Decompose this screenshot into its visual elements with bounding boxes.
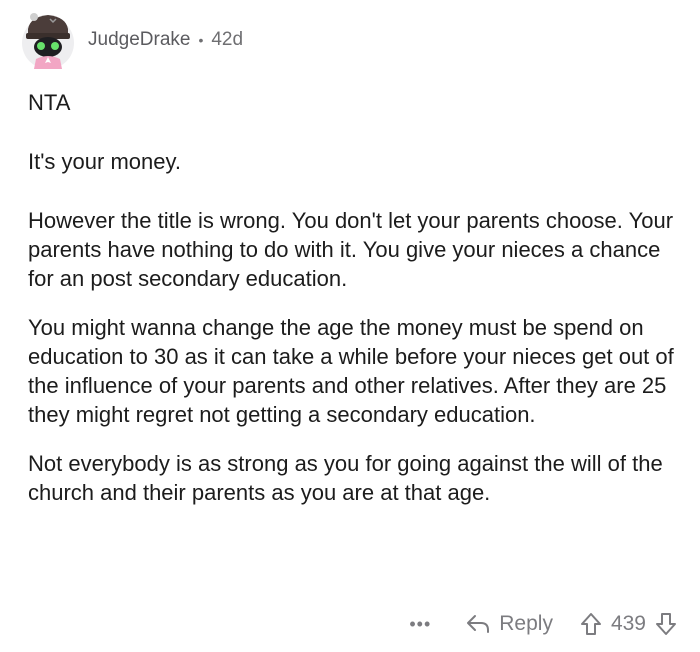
comment-meta: JudgeDrake • 42d [88,29,243,51]
comment-paragraph: However the title is wrong. You don't le… [28,208,674,291]
avatar-icon [22,13,74,69]
downvote-button[interactable] [654,611,678,637]
upvote-button[interactable] [579,611,603,637]
comment-header: JudgeDrake • 42d [20,8,243,72]
reply-button[interactable]: Reply [465,612,553,636]
avatar[interactable] [20,9,76,71]
reply-label: Reply [499,612,553,635]
comment-paragraph: NTA [28,90,71,115]
comment-actions: ••• Reply 439 [409,606,678,642]
downvote-arrow-icon [656,613,676,635]
upvote-arrow-icon [580,613,601,635]
meta-separator: • [198,32,204,48]
more-icon[interactable]: ••• [409,614,431,635]
comment-paragraph: You might wanna change the age the money… [28,315,674,427]
reply-arrow-icon [467,615,490,633]
comment-paragraph: It's your money. [28,149,181,174]
comment-body: NTA It's your money. However the title i… [28,88,678,527]
comment-age: 42d [211,29,244,50]
username[interactable]: JudgeDrake [88,29,190,51]
vote-score: 439 [610,612,646,635]
comment-paragraph: Not everybody is as strong as you for go… [28,451,663,505]
